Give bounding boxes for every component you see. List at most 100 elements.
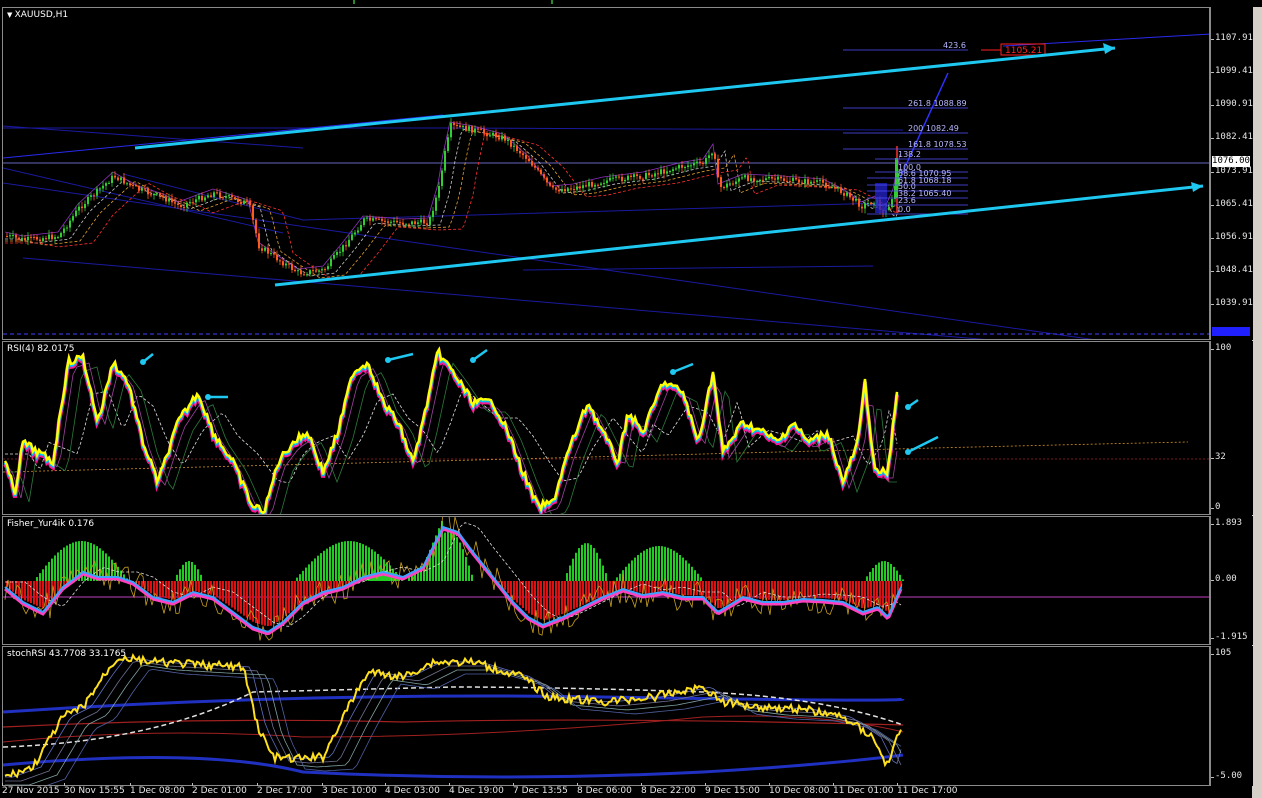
candle-body: [618, 176, 620, 178]
fisher-histogram-bar: [200, 574, 202, 581]
rsi-scale[interactable]: 100 32 0: [1210, 341, 1253, 515]
candle-body: [30, 236, 32, 238]
candle-body: [132, 184, 134, 186]
candle-body: [762, 179, 764, 181]
fisher-histogram-bar: [159, 581, 161, 597]
fisher-histogram-bar: [587, 543, 589, 581]
candle-body: [378, 218, 380, 220]
candle-body: [369, 217, 371, 221]
candle-body: [48, 234, 50, 240]
candle-body: [192, 202, 194, 204]
candle-body: [708, 155, 710, 159]
fisher-histogram-bar: [646, 549, 648, 581]
fisher-histogram-bar: [168, 581, 170, 599]
candle-body: [711, 153, 713, 156]
fisher-histogram-bar: [261, 581, 263, 625]
fisher-histogram-bar: [66, 545, 68, 581]
price-tick: 1039.91: [1211, 298, 1253, 308]
candle-body: [453, 123, 455, 126]
lower-channel-line: [274, 184, 1204, 287]
fisher-histogram-bar: [312, 581, 314, 596]
fisher-histogram-bar: [780, 581, 782, 600]
stochrsi-panel[interactable]: stochRSI 43.7708 33.1765: [2, 646, 1210, 786]
rsi-magenta-line: [3, 347, 899, 514]
candle-body: [234, 197, 236, 199]
time-axis[interactable]: 27 Nov 2015 30 Nov 15:55 1 Dec 08:00 2 D…: [2, 783, 1210, 798]
fisher-histogram-bar: [270, 581, 272, 626]
annotation-arrowhead-icon: [905, 404, 911, 410]
fisher-histogram-bar: [569, 565, 571, 581]
fisher-histogram-bar: [684, 581, 686, 596]
fisher-histogram-bar: [39, 573, 41, 581]
candle-body: [717, 158, 719, 178]
fisher-histogram-bar: [691, 566, 693, 581]
fisher-histogram-bar: [504, 581, 506, 590]
fisher-histogram-bar: [305, 567, 307, 581]
candle-body: [393, 220, 395, 222]
candle-body: [210, 195, 212, 197]
fisher-histogram-bar: [326, 548, 328, 581]
candle-body: [60, 232, 62, 238]
rsi-panel[interactable]: RSI(4) 82.0175: [2, 341, 1210, 515]
fisher-histogram-bar: [866, 576, 868, 581]
candle-body: [564, 189, 566, 192]
candle-body: [489, 135, 491, 137]
candle-body: [741, 177, 743, 179]
fisher-histogram-bar: [685, 560, 687, 581]
candle-body: [528, 158, 530, 162]
candle-body: [408, 224, 410, 226]
fisher-panel[interactable]: Fisher_Yur4ik 0.176: [2, 516, 1210, 645]
fisher-histogram-bar: [438, 540, 440, 581]
candle-body: [39, 239, 41, 242]
candle-body: [789, 181, 791, 183]
rsi-average-line: [5, 389, 898, 484]
fisher-histogram-bar: [525, 581, 527, 611]
candle-body: [477, 128, 479, 130]
candle-body: [285, 263, 287, 266]
candle-body: [423, 219, 425, 224]
fisher-histogram-bar: [516, 581, 518, 603]
candle-body: [165, 197, 167, 202]
time-label: 11 Dec 01:00: [833, 783, 894, 796]
fisher-scale[interactable]: 1.893 0.00 -1.915: [1210, 516, 1253, 645]
trend-line: [522, 265, 874, 271]
candle-body: [438, 186, 440, 198]
candle-body: [108, 182, 110, 184]
fisher-histogram-bar: [661, 546, 663, 581]
candle-body: [651, 175, 653, 177]
main-chart-pane[interactable]: ▼ XAUUSD,H1 423.6 261.8 1088.89 200 1082.4…: [2, 7, 1210, 340]
candle-body: [282, 261, 284, 266]
price-scale[interactable]: 1107.91 1099.41 1090.91 1082.41 1076.00 …: [1210, 7, 1253, 340]
fisher-histogram-bar: [320, 553, 322, 581]
candle-body: [69, 220, 71, 228]
stochrsi-scale[interactable]: 105 -5.00: [1210, 646, 1253, 786]
candle-body: [471, 126, 473, 133]
fisher-histogram-bar: [329, 546, 331, 581]
candle-body: [675, 168, 677, 170]
time-label: 2 Dec 01:00: [192, 783, 247, 796]
candle-body: [678, 165, 680, 169]
fisher-canvas[interactable]: [3, 517, 1210, 645]
candle-body: [129, 183, 131, 185]
trend-line: [302, 202, 884, 221]
candle-body: [288, 263, 290, 265]
fisher-histogram-bar: [222, 581, 224, 602]
candle-body: [96, 188, 98, 196]
collapse-triangle-icon[interactable]: ▼: [7, 11, 15, 19]
candle-body: [780, 176, 782, 179]
fisher-histogram-bar: [39, 581, 41, 608]
price-chart-canvas[interactable]: 423.6 261.8 1088.89 200 1082.49 161.8 1078.…: [3, 8, 1210, 340]
candle-body: [354, 232, 356, 235]
zigzag-line: [4, 121, 901, 270]
fisher-histogram-bar: [191, 561, 193, 581]
candle-body: [768, 176, 770, 179]
candle-body: [537, 167, 539, 170]
candle-body: [621, 176, 623, 182]
candle-body: [456, 125, 458, 127]
rsi-canvas[interactable]: [3, 342, 1210, 515]
candle-body: [591, 182, 593, 187]
fisher-histogram-bar: [141, 581, 143, 588]
candle-body: [585, 185, 587, 187]
stochrsi-canvas[interactable]: [3, 647, 1210, 786]
fisher-tick: -1.915: [1211, 632, 1248, 642]
